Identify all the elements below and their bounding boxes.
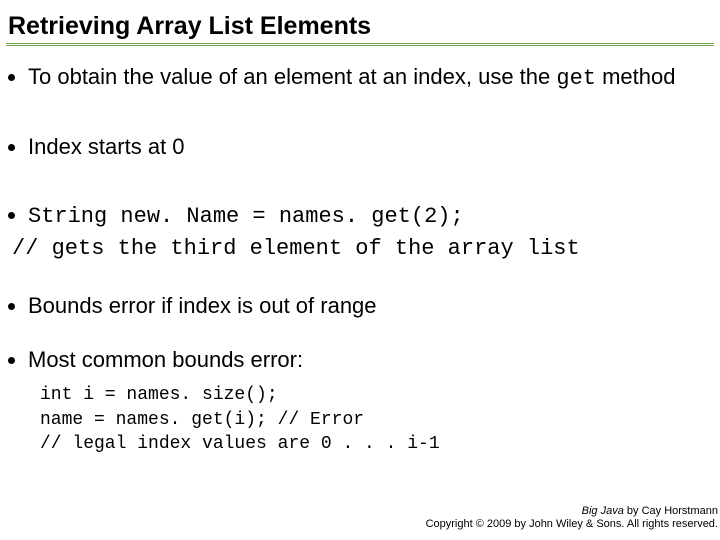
bullet-code-example: String new. Name = names. get(2);	[28, 198, 714, 234]
footer-author: by Cay Horstmann	[624, 505, 718, 517]
bullet-common-error: Most common bounds error:	[28, 343, 714, 377]
bullet-bounds-error: Bounds error if index is out of range	[28, 289, 714, 323]
bullet-text: Bounds error if index is out of range	[28, 293, 377, 318]
bullet-text: Most common bounds error:	[28, 347, 303, 372]
slide-title: Retrieving Array List Elements	[8, 12, 714, 41]
footer: Big Java by Cay Horstmann Copyright © 20…	[426, 505, 718, 533]
footer-book-title: Big Java	[582, 505, 624, 517]
slide: Retrieving Array List Elements To obtain…	[0, 0, 720, 540]
bullet-text: method	[596, 64, 676, 89]
title-underline	[6, 43, 714, 46]
bullet-text: Index starts at 0	[28, 134, 185, 159]
code-block: int i = names. size(); name = names. get…	[40, 383, 714, 456]
bullet-list-2: Bounds error if index is out of range Mo…	[28, 289, 714, 377]
bullet-list: To obtain the value of an element at an …	[28, 60, 714, 234]
bullet-get-method: To obtain the value of an element at an …	[28, 60, 714, 96]
code-inline-example: String new. Name = names. get(2);	[28, 204, 464, 229]
code-comment: // gets the third element of the array l…	[12, 236, 714, 261]
footer-line-1: Big Java by Cay Horstmann	[426, 505, 718, 519]
bullet-text: To obtain the value of an element at an …	[28, 64, 556, 89]
bullet-index-zero: Index starts at 0	[28, 130, 714, 164]
code-inline-get: get	[556, 66, 596, 91]
footer-copyright: Copyright © 2009 by John Wiley & Sons. A…	[426, 518, 718, 532]
